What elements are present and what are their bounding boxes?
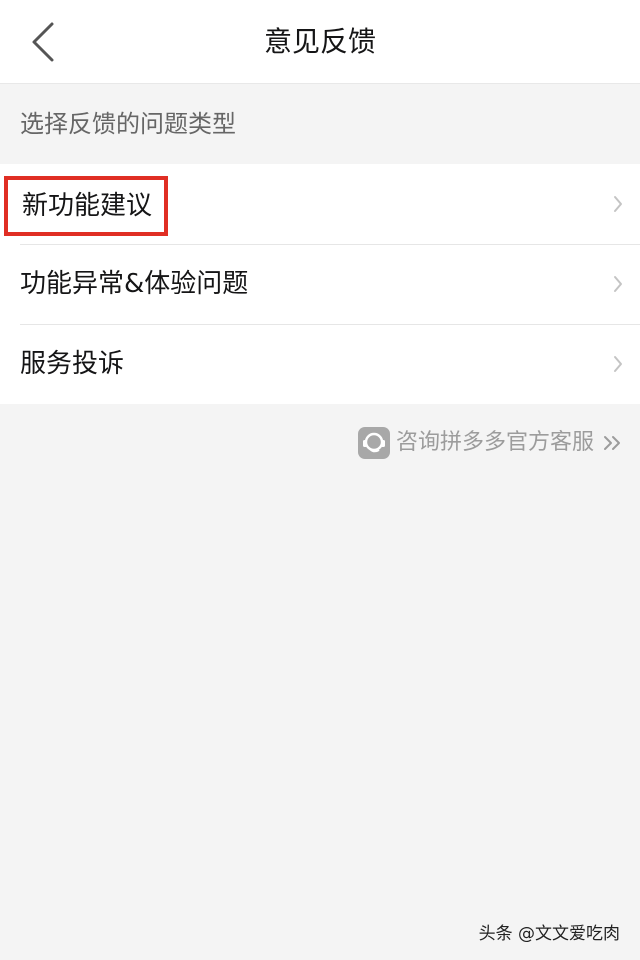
section-label: 选择反馈的问题类型 — [20, 110, 236, 138]
feedback-type-label: 服务投诉 — [20, 349, 125, 379]
chevron-right-icon — [614, 276, 622, 292]
feedback-type-label: 功能异常&体验问题 — [20, 269, 249, 299]
page-title: 意见反馈 — [263, 25, 376, 58]
double-chevron-right-icon — [604, 436, 620, 450]
watermark: 头条 @文文爱吃肉 — [478, 924, 620, 944]
feedback-type-bug-experience[interactable]: 功能异常&体验问题 — [0, 244, 640, 324]
customer-service-label: 咨询拼多多官方客服 — [395, 430, 594, 455]
customer-service-link[interactable]: 咨询拼多多官方客服 — [357, 426, 624, 460]
feedback-type-list: 新功能建议 功能异常&体验问题 服务投诉 — [0, 164, 640, 404]
feedback-type-new-feature[interactable]: 新功能建议 — [0, 164, 640, 244]
customer-service-icon — [357, 427, 390, 459]
chevron-right-icon — [614, 356, 622, 372]
feedback-type-service-complaint[interactable]: 服务投诉 — [0, 324, 640, 404]
navigation-bar: 意见反馈 — [0, 0, 640, 84]
chevron-right-icon — [614, 196, 622, 212]
feedback-type-label: 新功能建议 — [4, 176, 169, 236]
